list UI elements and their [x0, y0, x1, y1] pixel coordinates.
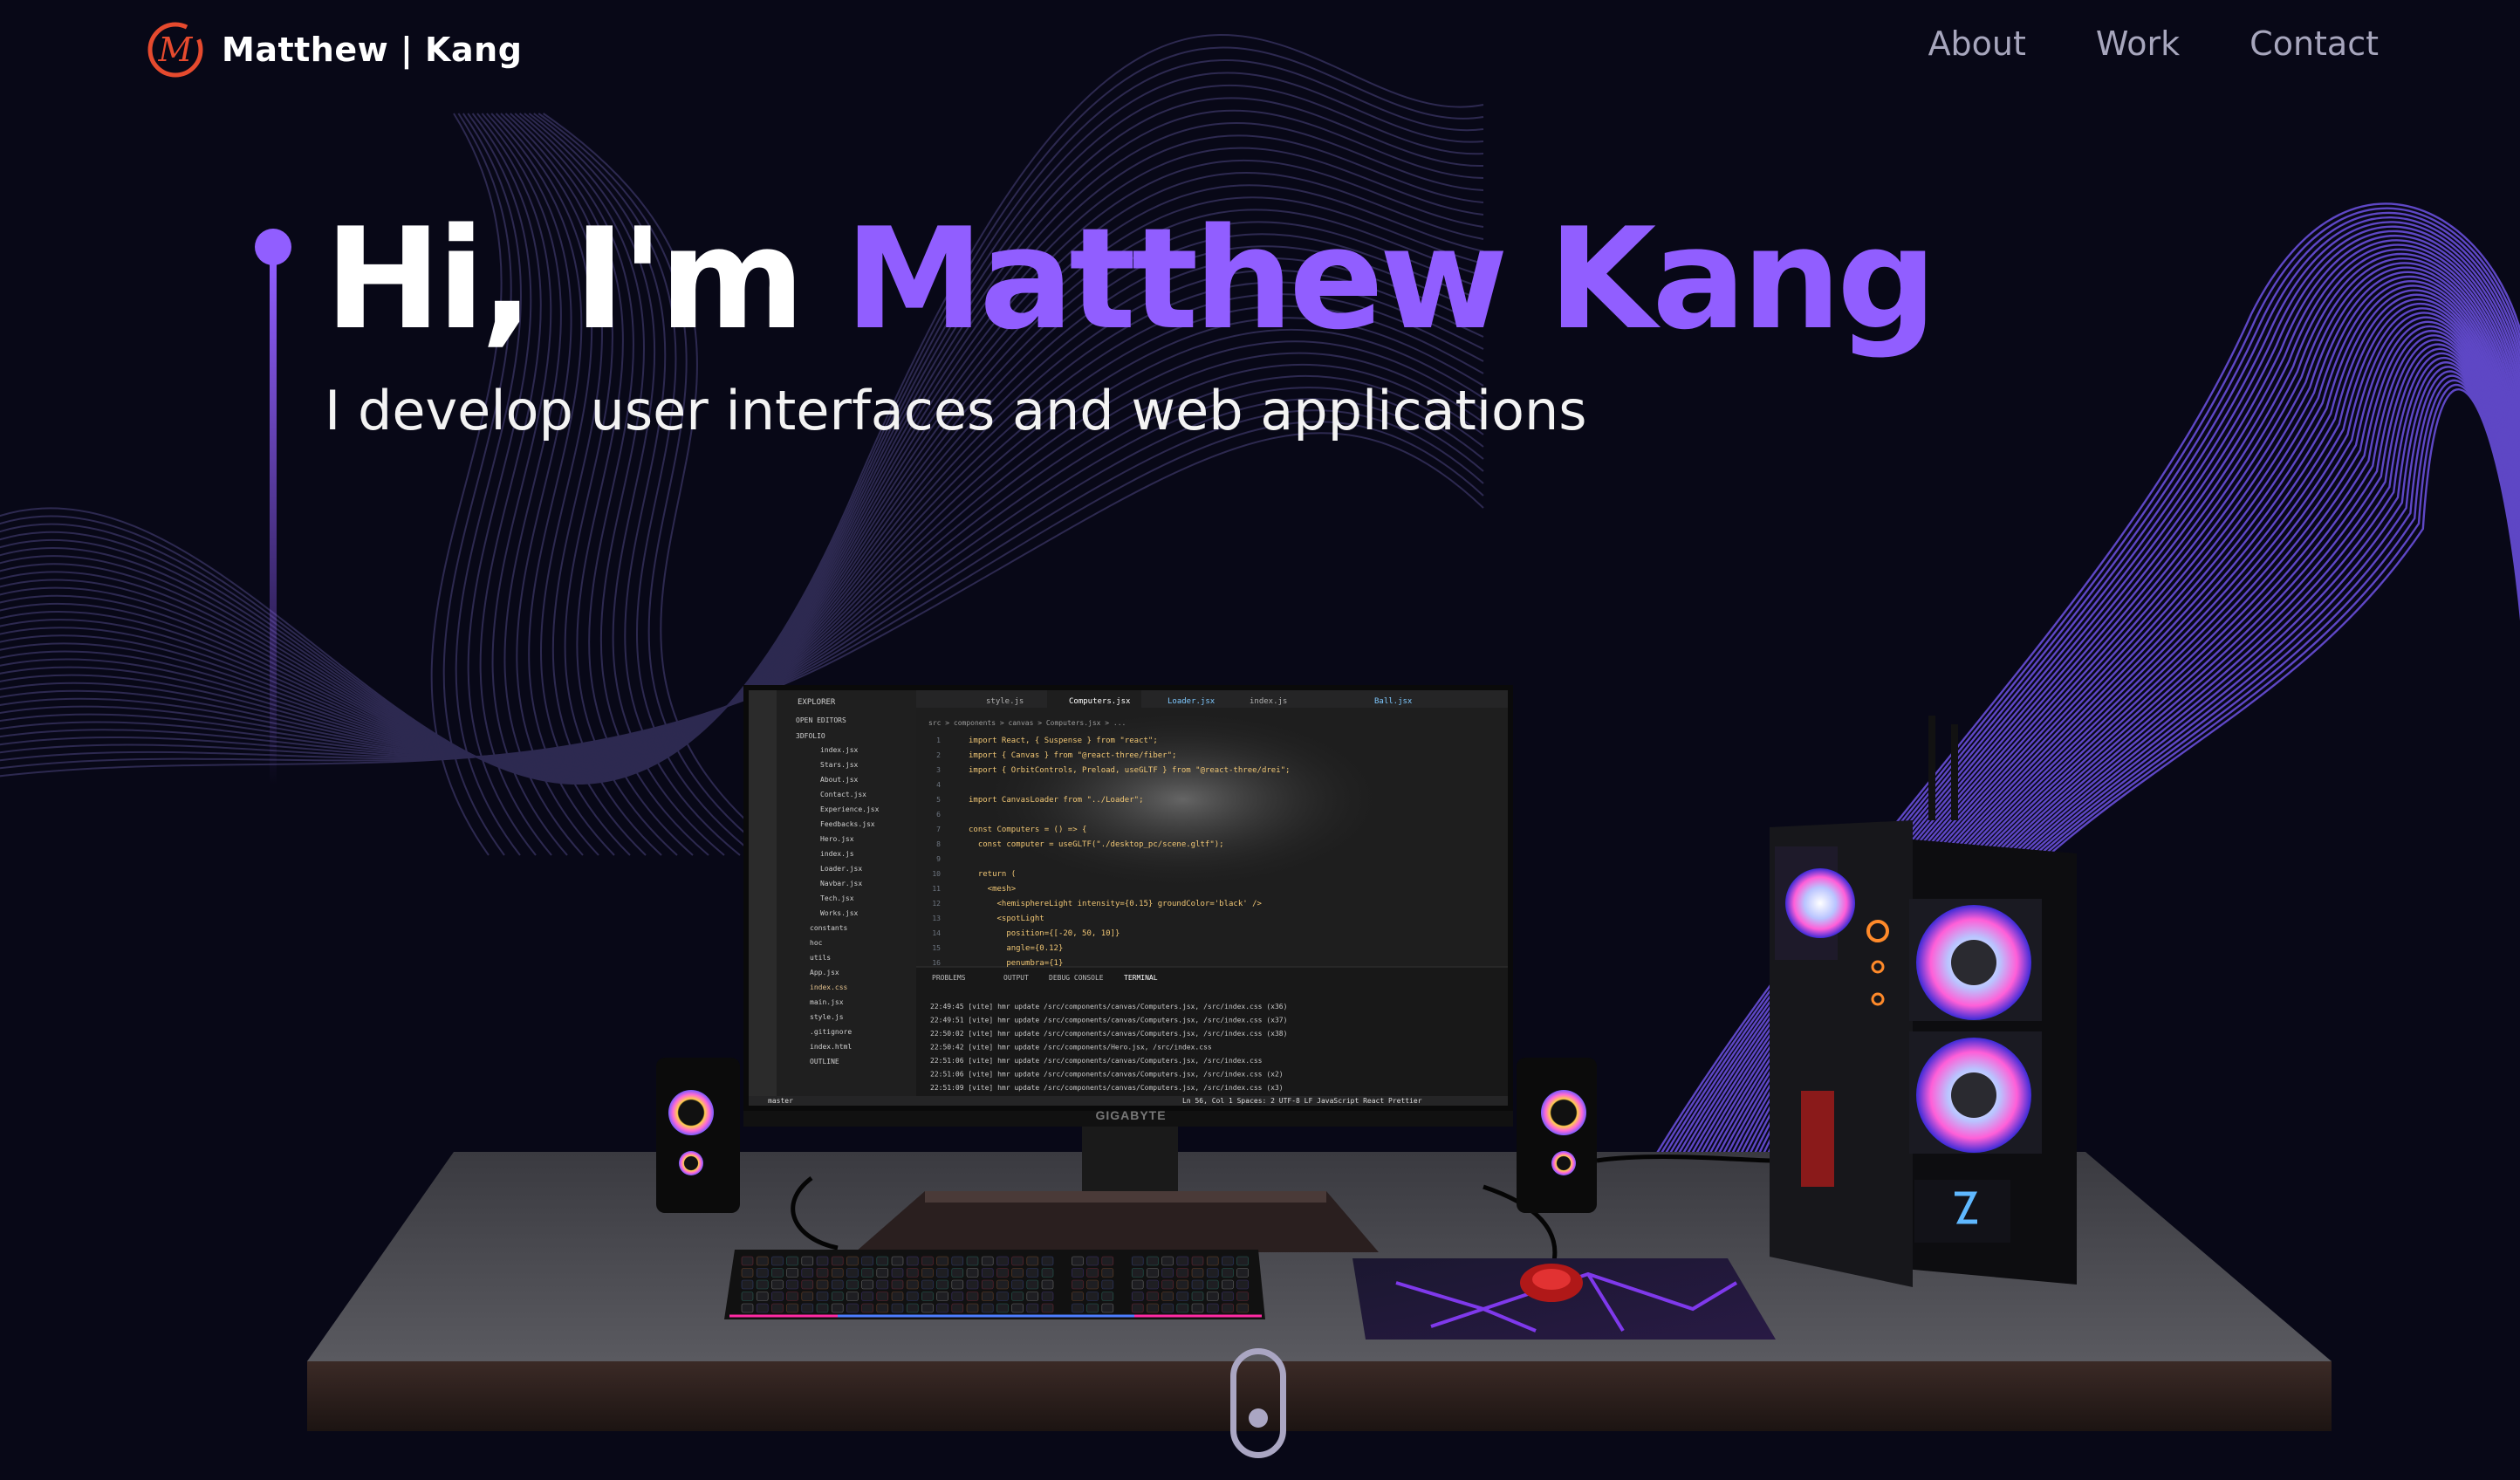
explorer-file-item[interactable]: style.js — [810, 1013, 844, 1021]
terminal-line: 22:49:51 [vite] hmr update /src/componen… — [930, 1017, 1287, 1024]
code-line: return ( — [969, 870, 1016, 879]
explorer-file-item[interactable]: Navbar.jsx — [820, 880, 862, 887]
code-line: position={[-20, 50, 10]} — [969, 929, 1120, 938]
terminal-line: 22:51:06 [vite] hmr update /src/componen… — [930, 1071, 1284, 1079]
code-line: import { OrbitControls, Preload, useGLTF… — [969, 766, 1290, 775]
scroll-dot — [1249, 1408, 1268, 1428]
right-speaker — [1517, 1058, 1597, 1213]
svg-text:OPEN EDITORS: OPEN EDITORS — [796, 716, 846, 724]
svg-text:src > components > canvas > Co: src > components > canvas > Computers.js… — [928, 719, 1126, 727]
code-line-number: 15 — [932, 944, 941, 952]
svg-text:style.js: style.js — [986, 697, 1024, 706]
explorer-file-item[interactable]: utils — [810, 954, 831, 962]
terminal-line: 22:51:06 [vite] hmr update /src/componen… — [930, 1057, 1263, 1065]
explorer-file-item[interactable]: index.js — [820, 850, 854, 858]
monitor: EXPLORER OPEN EDITORS 3DFOLIO index.jsx S… — [743, 685, 1513, 1127]
code-line: angle={0.12} — [969, 944, 1063, 953]
code-line-number: 10 — [932, 870, 941, 878]
code-line-number: 1 — [936, 737, 941, 744]
explorer-file-item[interactable]: index.html — [810, 1043, 852, 1051]
svg-text:TERMINAL: TERMINAL — [1124, 974, 1158, 982]
svg-text:Loader.jsx: Loader.jsx — [1168, 697, 1215, 706]
explorer-file-item[interactable]: Works.jsx — [820, 909, 859, 917]
code-line-number: 4 — [936, 781, 941, 789]
code-line-number: 2 — [936, 751, 941, 759]
desk-edge — [307, 1361, 2332, 1431]
code-line-number: 7 — [936, 826, 941, 833]
code-line-number: 3 — [936, 766, 941, 774]
monitor-brand-label: GIGABYTE — [1095, 1108, 1166, 1122]
code-line-number: 13 — [932, 915, 941, 922]
code-line: const computer = useGLTF("./desktop_pc/s… — [969, 840, 1224, 849]
code-line: import { Canvas } from "@react-three/fib… — [969, 751, 1176, 760]
explorer-file-item[interactable]: constants — [810, 924, 848, 932]
code-line-number: 8 — [936, 840, 941, 848]
code-line-number: 9 — [936, 855, 941, 863]
scroll-down-indicator[interactable] — [1230, 1348, 1286, 1458]
svg-text:EXPLORER: EXPLORER — [798, 698, 836, 707]
svg-text:3DFOLIO: 3DFOLIO — [796, 732, 825, 740]
keyboard — [724, 1250, 1265, 1319]
mouse — [1520, 1264, 1583, 1302]
desktop-pc-scene[interactable]: EXPLORER OPEN EDITORS 3DFOLIO index.jsx S… — [0, 0, 2520, 1480]
svg-text:PROBLEMS: PROBLEMS — [932, 974, 966, 982]
explorer-file-item[interactable]: .gitignore — [810, 1028, 852, 1036]
explorer-file-item[interactable]: index.jsx — [820, 746, 859, 754]
left-speaker — [656, 1058, 740, 1213]
code-line: penumbra={1} — [969, 959, 1063, 968]
explorer-file-item[interactable]: hoc — [810, 939, 823, 947]
explorer-file-item[interactable]: main.jsx — [810, 998, 844, 1006]
svg-text:Computers.jsx: Computers.jsx — [1069, 697, 1131, 706]
explorer-file-item[interactable]: About.jsx — [820, 776, 859, 784]
svg-text:master: master — [768, 1097, 793, 1105]
code-line-number: 11 — [932, 885, 941, 893]
code-line: <mesh> — [969, 885, 1017, 894]
svg-text:Ball.jsx: Ball.jsx — [1374, 697, 1413, 706]
explorer-file-item[interactable]: Hero.jsx — [820, 835, 854, 843]
explorer-file-item[interactable]: Stars.jsx — [820, 761, 859, 769]
pc-tower — [1770, 716, 2077, 1287]
code-line: <hemisphereLight intensity={0.15} ground… — [969, 900, 1263, 908]
code-line: <spotLight — [969, 915, 1044, 923]
svg-text:index.js: index.js — [1250, 697, 1287, 706]
code-line: import CanvasLoader from "../Loader"; — [969, 796, 1143, 805]
terminal-line: 22:50:02 [vite] hmr update /src/componen… — [930, 1030, 1287, 1038]
terminal-line: 22:49:45 [vite] hmr update /src/componen… — [930, 1003, 1287, 1011]
explorer-file-item[interactable]: Contact.jsx — [820, 791, 866, 798]
svg-text:Ln 56, Col 1 Spaces: 2 UTF: Ln 56, Col 1 Spaces: 2 UTF-8 LF JavaScri… — [1182, 1097, 1422, 1105]
code-line-number: 5 — [936, 796, 941, 804]
explorer-file-item[interactable]: Feedbacks.jsx — [820, 820, 875, 828]
explorer-file-item[interactable]: App.jsx — [810, 969, 839, 976]
code-line-number: 12 — [932, 900, 941, 908]
svg-text:DEBUG CONSOLE: DEBUG CONSOLE — [1049, 974, 1104, 982]
code-line: const Computers = () => { — [969, 826, 1086, 834]
explorer-file-item[interactable]: Loader.jsx — [820, 865, 862, 873]
code-line-number: 16 — [932, 959, 941, 967]
svg-text:OUTPUT: OUTPUT — [1003, 974, 1029, 982]
explorer-file-item[interactable]: index.css — [810, 983, 848, 991]
explorer-file-item[interactable]: Tech.jsx — [820, 894, 854, 902]
terminal-line: 22:50:42 [vite] hmr update /src/componen… — [930, 1044, 1212, 1052]
terminal-line: 22:51:09 [vite] hmr update /src/componen… — [930, 1084, 1284, 1092]
explorer-file-item[interactable]: Experience.jsx — [820, 805, 880, 813]
code-line-number: 6 — [936, 811, 941, 819]
code-line-number: 14 — [932, 929, 941, 937]
code-line: import React, { Suspense } from "react"; — [969, 737, 1158, 745]
explorer-file-item[interactable]: OUTLINE — [810, 1058, 839, 1065]
